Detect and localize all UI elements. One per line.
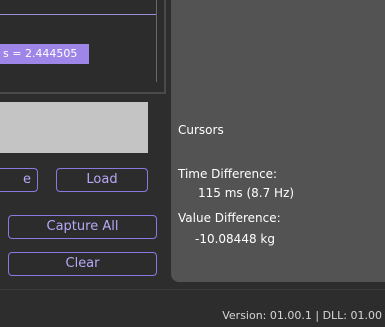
cursors-title: Cursors — [178, 123, 224, 137]
waveform-plot[interactable]: s = 2.444505 — [0, 0, 166, 94]
plot-trace — [0, 14, 157, 15]
load-button[interactable]: Load — [56, 168, 148, 192]
time-difference-value: 115 ms (8.7 Hz) — [198, 186, 295, 200]
clear-button[interactable]: Clear — [8, 252, 157, 276]
plot-border — [156, 0, 157, 82]
app-window: s = 2.444505 e Load Capture All Clear Cu… — [0, 0, 385, 327]
version-label: Version: 01.00.1 | DLL: 01.00 — [222, 309, 382, 322]
footer-divider — [0, 289, 385, 290]
value-difference-label: Value Difference: — [178, 211, 281, 225]
capture-all-button[interactable]: Capture All — [8, 215, 157, 239]
cursors-panel: Cursors Time Difference: 115 ms (8.7 Hz)… — [171, 0, 385, 282]
cursor-readout: s = 2.444505 — [0, 44, 89, 64]
overview-strip[interactable] — [0, 102, 148, 153]
time-difference-label: Time Difference: — [178, 167, 278, 181]
save-button[interactable]: e — [0, 168, 38, 192]
value-difference-value: -10.08448 kg — [195, 232, 275, 246]
